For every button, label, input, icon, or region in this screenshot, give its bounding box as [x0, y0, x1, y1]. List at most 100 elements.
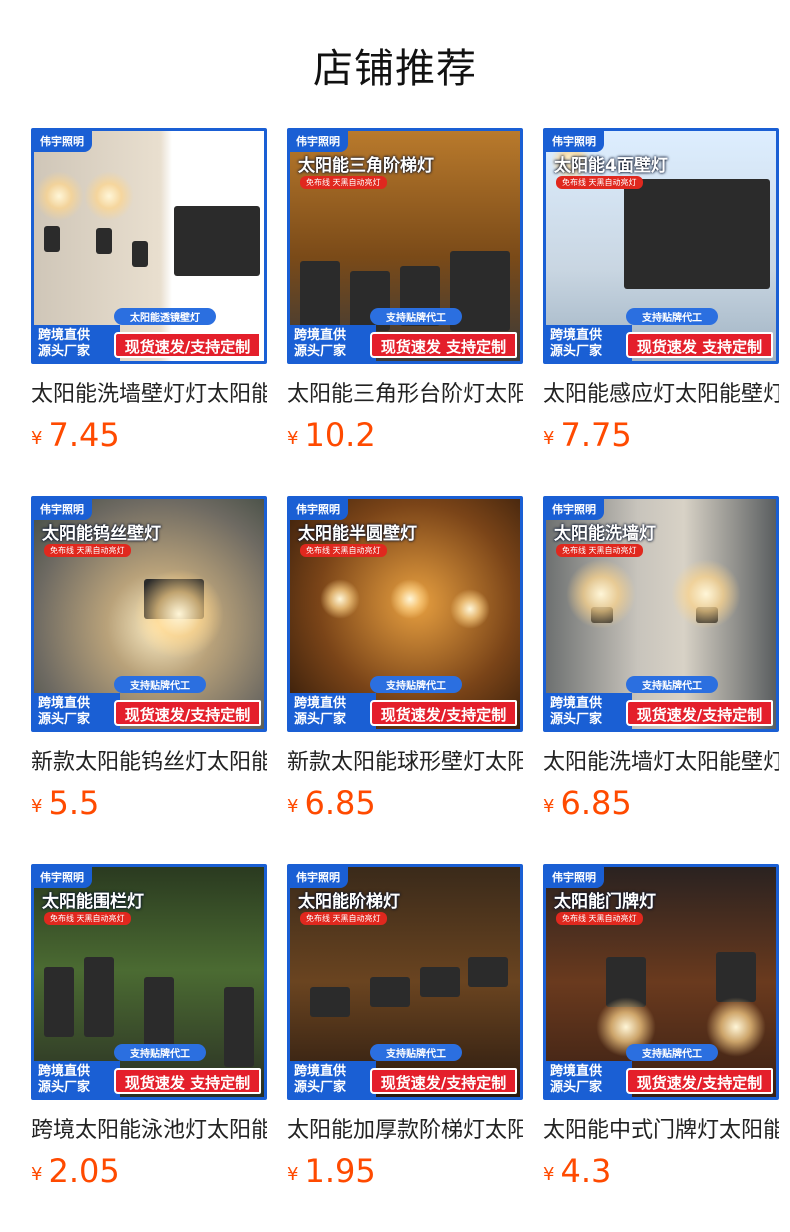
product-image[interactable]: 伟宇照明 太阳能半圆壁灯 免布线 天黑自动亮灯 支持贴牌代工 跨境直供 源头厂家… — [287, 496, 523, 732]
cross-border-badge: 跨境直供 源头厂家 — [34, 325, 120, 361]
image-overlay-title: 太阳能4面壁灯 — [554, 156, 668, 176]
currency-symbol: ¥ — [287, 428, 299, 449]
product-image[interactable]: 伟宇照明 太阳能透镜壁灯 跨境直供 源头厂家 现货速发/支持定制 — [31, 128, 267, 364]
service-tag: 太阳能透镜壁灯 — [114, 308, 216, 325]
page-title: 店铺推荐 — [313, 46, 477, 92]
product-image[interactable]: 伟宇照明 太阳能钨丝壁灯 免布线 天黑自动亮灯 支持贴牌代工 跨境直供 源头厂家… — [31, 496, 267, 732]
badge-line-2: 源头厂家 — [294, 1080, 347, 1095]
promo-badge: 现货速发 支持定制 — [370, 332, 517, 358]
product-title[interactable]: 新款太阳能钨丝灯太阳能 — [31, 744, 267, 776]
lamp-shape — [132, 241, 148, 267]
cross-border-badge: 跨境直供 源头厂家 — [290, 325, 376, 361]
product-title[interactable]: 太阳能中式门牌灯太阳能 — [543, 1112, 779, 1144]
brand-tag: 伟宇照明 — [290, 131, 348, 152]
product-image[interactable]: 伟宇照明 太阳能阶梯灯 免布线 天黑自动亮灯 支持贴牌代工 跨境直供 源头厂家 … — [287, 864, 523, 1100]
cross-border-badge: 跨境直供 源头厂家 — [546, 693, 632, 729]
badge-line-2: 源头厂家 — [550, 1080, 603, 1095]
lamp-shape — [370, 977, 410, 1007]
cross-border-badge: 跨境直供 源头厂家 — [34, 1061, 120, 1097]
lamp-glow — [390, 579, 430, 619]
image-overlay-subtitle: 免布线 天黑自动亮灯 — [300, 544, 387, 557]
price-value: 6.85 — [560, 784, 632, 822]
promo-badge: 现货速发 支持定制 — [114, 1068, 261, 1094]
image-overlay-title: 太阳能半圆壁灯 — [298, 524, 417, 544]
price: ¥6.85 — [543, 784, 632, 822]
product-title[interactable]: 太阳能感应灯太阳能壁灯 — [543, 376, 779, 408]
lamp-shape — [624, 179, 770, 289]
promo-badge: 现货速发/支持定制 — [370, 1068, 517, 1094]
brand-tag: 伟宇照明 — [34, 499, 92, 520]
price-value: 10.2 — [304, 416, 376, 454]
product-image[interactable]: 伟宇照明 太阳能围栏灯 免布线 天黑自动亮灯 支持贴牌代工 跨境直供 源头厂家 … — [31, 864, 267, 1100]
badge-line-1: 跨境直供 — [38, 696, 91, 711]
price-value: 7.45 — [48, 416, 120, 454]
brand-tag: 伟宇照明 — [546, 499, 604, 520]
lamp-shape — [300, 261, 340, 331]
cross-border-badge: 跨境直供 源头厂家 — [546, 1061, 632, 1097]
brand-tag: 伟宇照明 — [34, 131, 92, 152]
product-image[interactable]: 伟宇照明 太阳能门牌灯 免布线 天黑自动亮灯 支持贴牌代工 跨境直供 源头厂家 … — [543, 864, 779, 1100]
cross-border-badge: 跨境直供 源头厂家 — [34, 693, 120, 729]
product-image[interactable]: 伟宇照明 太阳能三角阶梯灯 免布线 天黑自动亮灯 支持贴牌代工 跨境直供 源头厂… — [287, 128, 523, 364]
image-overlay-title: 太阳能三角阶梯灯 — [298, 156, 434, 176]
cross-border-badge: 跨境直供 源头厂家 — [290, 1061, 376, 1097]
currency-symbol: ¥ — [31, 428, 43, 449]
lamp-glow — [320, 579, 360, 619]
promo-badge: 现货速发/支持定制 — [114, 332, 261, 358]
lamp-shape — [468, 957, 508, 987]
badge-line-2: 源头厂家 — [294, 344, 347, 359]
product-image[interactable]: 伟宇照明 太阳能洗墙灯 免布线 天黑自动亮灯 支持贴牌代工 跨境直供 源头厂家 … — [543, 496, 779, 732]
cross-border-badge: 跨境直供 源头厂家 — [290, 693, 376, 729]
promo-badge: 现货速发/支持定制 — [370, 700, 517, 726]
lamp-glow — [134, 569, 224, 659]
currency-symbol: ¥ — [543, 1164, 555, 1185]
badge-line-1: 跨境直供 — [294, 1064, 347, 1079]
currency-symbol: ¥ — [31, 1164, 43, 1185]
promo-badge: 现货速发/支持定制 — [626, 700, 773, 726]
promo-badge: 现货速发/支持定制 — [626, 1068, 773, 1094]
product-title[interactable]: 太阳能洗墙灯太阳能壁灯 — [543, 744, 779, 776]
promo-badge: 现货速发/支持定制 — [114, 700, 261, 726]
badge-line-2: 源头厂家 — [38, 712, 91, 727]
product-title[interactable]: 新款太阳能球形壁灯太阳 — [287, 744, 523, 776]
product-title[interactable]: 跨境太阳能泳池灯太阳能 — [31, 1112, 267, 1144]
product-image[interactable]: 伟宇照明 太阳能4面壁灯 免布线 天黑自动亮灯 支持贴牌代工 跨境直供 源头厂家… — [543, 128, 779, 364]
lamp-shape — [420, 967, 460, 997]
badge-line-2: 源头厂家 — [38, 344, 91, 359]
image-overlay-subtitle: 免布线 天黑自动亮灯 — [44, 544, 131, 557]
image-overlay-title: 太阳能阶梯灯 — [298, 892, 400, 912]
image-overlay-subtitle: 免布线 天黑自动亮灯 — [300, 176, 387, 189]
price: ¥4.3 — [543, 1152, 611, 1190]
price-value: 1.95 — [304, 1152, 376, 1190]
lamp-glow — [34, 171, 84, 221]
currency-symbol: ¥ — [287, 796, 299, 817]
brand-tag: 伟宇照明 — [546, 131, 604, 152]
price: ¥2.05 — [31, 1152, 120, 1190]
badge-line-1: 跨境直供 — [294, 696, 347, 711]
lamp-shape — [84, 957, 114, 1037]
price-value: 7.75 — [560, 416, 632, 454]
brand-tag: 伟宇照明 — [34, 867, 92, 888]
product-title[interactable]: 太阳能加厚款阶梯灯太阳 — [287, 1112, 523, 1144]
price: ¥1.95 — [287, 1152, 376, 1190]
service-tag: 支持贴牌代工 — [626, 1044, 718, 1061]
price: ¥10.2 — [287, 416, 376, 454]
image-overlay-subtitle: 免布线 天黑自动亮灯 — [556, 912, 643, 925]
lamp-glow — [84, 171, 134, 221]
badge-line-1: 跨境直供 — [294, 328, 347, 343]
lamp-glow — [450, 589, 490, 629]
lamp-shape — [144, 977, 174, 1047]
image-overlay-title: 太阳能钨丝壁灯 — [42, 524, 161, 544]
badge-line-2: 源头厂家 — [38, 1080, 91, 1095]
brand-tag: 伟宇照明 — [546, 867, 604, 888]
brand-tag: 伟宇照明 — [290, 867, 348, 888]
lamp-shape — [716, 952, 756, 1002]
badge-line-2: 源头厂家 — [550, 712, 603, 727]
service-tag: 支持贴牌代工 — [370, 676, 462, 693]
price-value: 6.85 — [304, 784, 376, 822]
badge-line-1: 跨境直供 — [550, 328, 603, 343]
service-tag: 支持贴牌代工 — [626, 676, 718, 693]
lamp-glow — [566, 559, 636, 629]
product-title[interactable]: 太阳能洗墙壁灯灯太阳能 — [31, 376, 267, 408]
product-title[interactable]: 太阳能三角形台阶灯太阳 — [287, 376, 523, 408]
